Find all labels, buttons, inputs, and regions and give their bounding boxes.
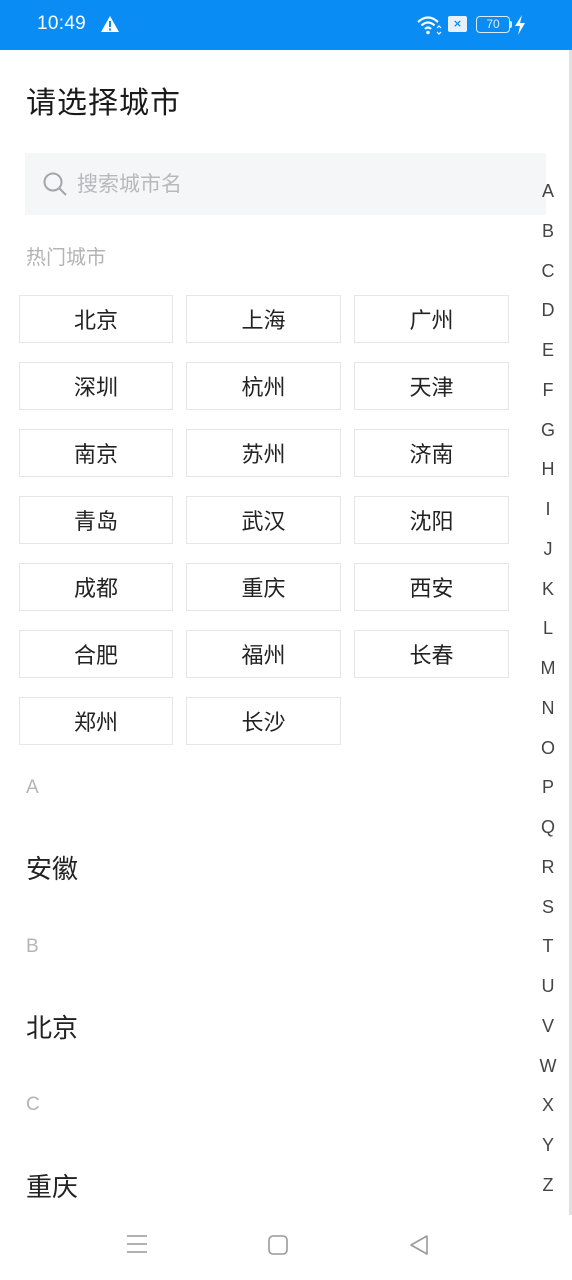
search-box[interactable] <box>25 153 546 215</box>
page-title: 请选择城市 <box>26 86 181 121</box>
hot-city-button[interactable]: 武汉 <box>186 496 341 544</box>
index-letter[interactable]: X <box>532 1090 564 1130</box>
warning-icon <box>101 16 119 32</box>
hot-city-button[interactable]: 长春 <box>354 630 509 678</box>
index-letter[interactable]: R <box>532 852 564 892</box>
index-letter[interactable]: T <box>532 931 564 971</box>
hot-city-button[interactable]: 济南 <box>354 429 509 477</box>
hot-city-button[interactable]: 深圳 <box>19 362 173 410</box>
index-letter[interactable]: B <box>532 216 564 256</box>
index-letter[interactable]: Q <box>532 812 564 852</box>
index-letter[interactable]: N <box>532 693 564 733</box>
system-nav-bar <box>0 1215 572 1280</box>
index-letter[interactable]: U <box>532 971 564 1011</box>
battery-icon: 70 <box>476 16 510 33</box>
index-letter[interactable]: A <box>532 176 564 216</box>
index-letter[interactable]: Y <box>532 1130 564 1170</box>
hot-city-button[interactable]: 西安 <box>354 563 509 611</box>
charging-bolt-icon <box>515 15 525 35</box>
sim-icon: × <box>448 16 467 32</box>
section-header-b: B <box>26 936 39 957</box>
index-letter[interactable]: P <box>532 772 564 812</box>
hot-city-button[interactable]: 南京 <box>19 429 173 477</box>
hot-city-button[interactable]: 北京 <box>19 295 173 343</box>
index-letter[interactable]: C <box>532 256 564 296</box>
city-list-item[interactable]: 重庆 <box>26 1167 78 1204</box>
hot-cities-grid: 北京 上海 广州 深圳 杭州 天津 南京 苏州 济南 青岛 武汉 沈阳 成都 重… <box>19 295 509 745</box>
index-letter[interactable]: V <box>532 1011 564 1051</box>
city-list-item[interactable]: 安徽 <box>26 849 78 886</box>
home-icon[interactable] <box>268 1235 288 1255</box>
status-bar: 10:49 × 70 <box>0 0 572 50</box>
section-header-a: A <box>26 777 39 798</box>
search-icon <box>43 172 67 196</box>
index-letter[interactable]: G <box>532 415 564 455</box>
hot-city-button[interactable]: 合肥 <box>19 630 173 678</box>
index-letter[interactable]: L <box>532 613 564 653</box>
hot-city-button[interactable]: 杭州 <box>186 362 341 410</box>
index-letter[interactable]: J <box>532 534 564 574</box>
index-letter[interactable]: I <box>532 494 564 534</box>
index-letter[interactable]: D <box>532 295 564 335</box>
wifi-icon <box>417 16 442 35</box>
index-letter[interactable]: K <box>532 574 564 614</box>
hot-city-button[interactable]: 福州 <box>186 630 341 678</box>
section-header-c: C <box>26 1094 40 1115</box>
hot-cities-title: 热门城市 <box>26 245 106 269</box>
hot-city-button[interactable]: 长沙 <box>186 697 341 745</box>
menu-icon[interactable] <box>125 1233 149 1255</box>
back-icon[interactable] <box>407 1233 431 1257</box>
battery-tip <box>509 21 512 28</box>
hot-city-button[interactable]: 天津 <box>354 362 509 410</box>
hot-city-button[interactable]: 成都 <box>19 563 173 611</box>
index-letter[interactable]: H <box>532 454 564 494</box>
battery-level: 70 <box>486 17 500 31</box>
index-letter[interactable]: S <box>532 892 564 932</box>
hot-city-button[interactable]: 苏州 <box>186 429 341 477</box>
index-letter[interactable]: F <box>532 375 564 415</box>
alphabet-index-bar[interactable]: A B C D E F G H I J K L M N O P Q R S T … <box>532 176 564 1210</box>
hot-city-button[interactable]: 青岛 <box>19 496 173 544</box>
hot-city-button[interactable]: 广州 <box>354 295 509 343</box>
index-letter[interactable]: O <box>532 733 564 773</box>
hot-city-button[interactable]: 上海 <box>186 295 341 343</box>
city-list-item[interactable]: 北京 <box>26 1008 78 1045</box>
search-input[interactable] <box>77 153 517 215</box>
index-letter[interactable]: M <box>532 653 564 693</box>
index-letter[interactable]: W <box>532 1051 564 1091</box>
index-letter[interactable]: Z <box>532 1170 564 1210</box>
hot-city-button[interactable]: 沈阳 <box>354 496 509 544</box>
hot-city-button[interactable]: 重庆 <box>186 563 341 611</box>
hot-city-button[interactable]: 郑州 <box>19 697 173 745</box>
index-letter[interactable]: E <box>532 335 564 375</box>
status-time: 10:49 <box>37 13 87 34</box>
